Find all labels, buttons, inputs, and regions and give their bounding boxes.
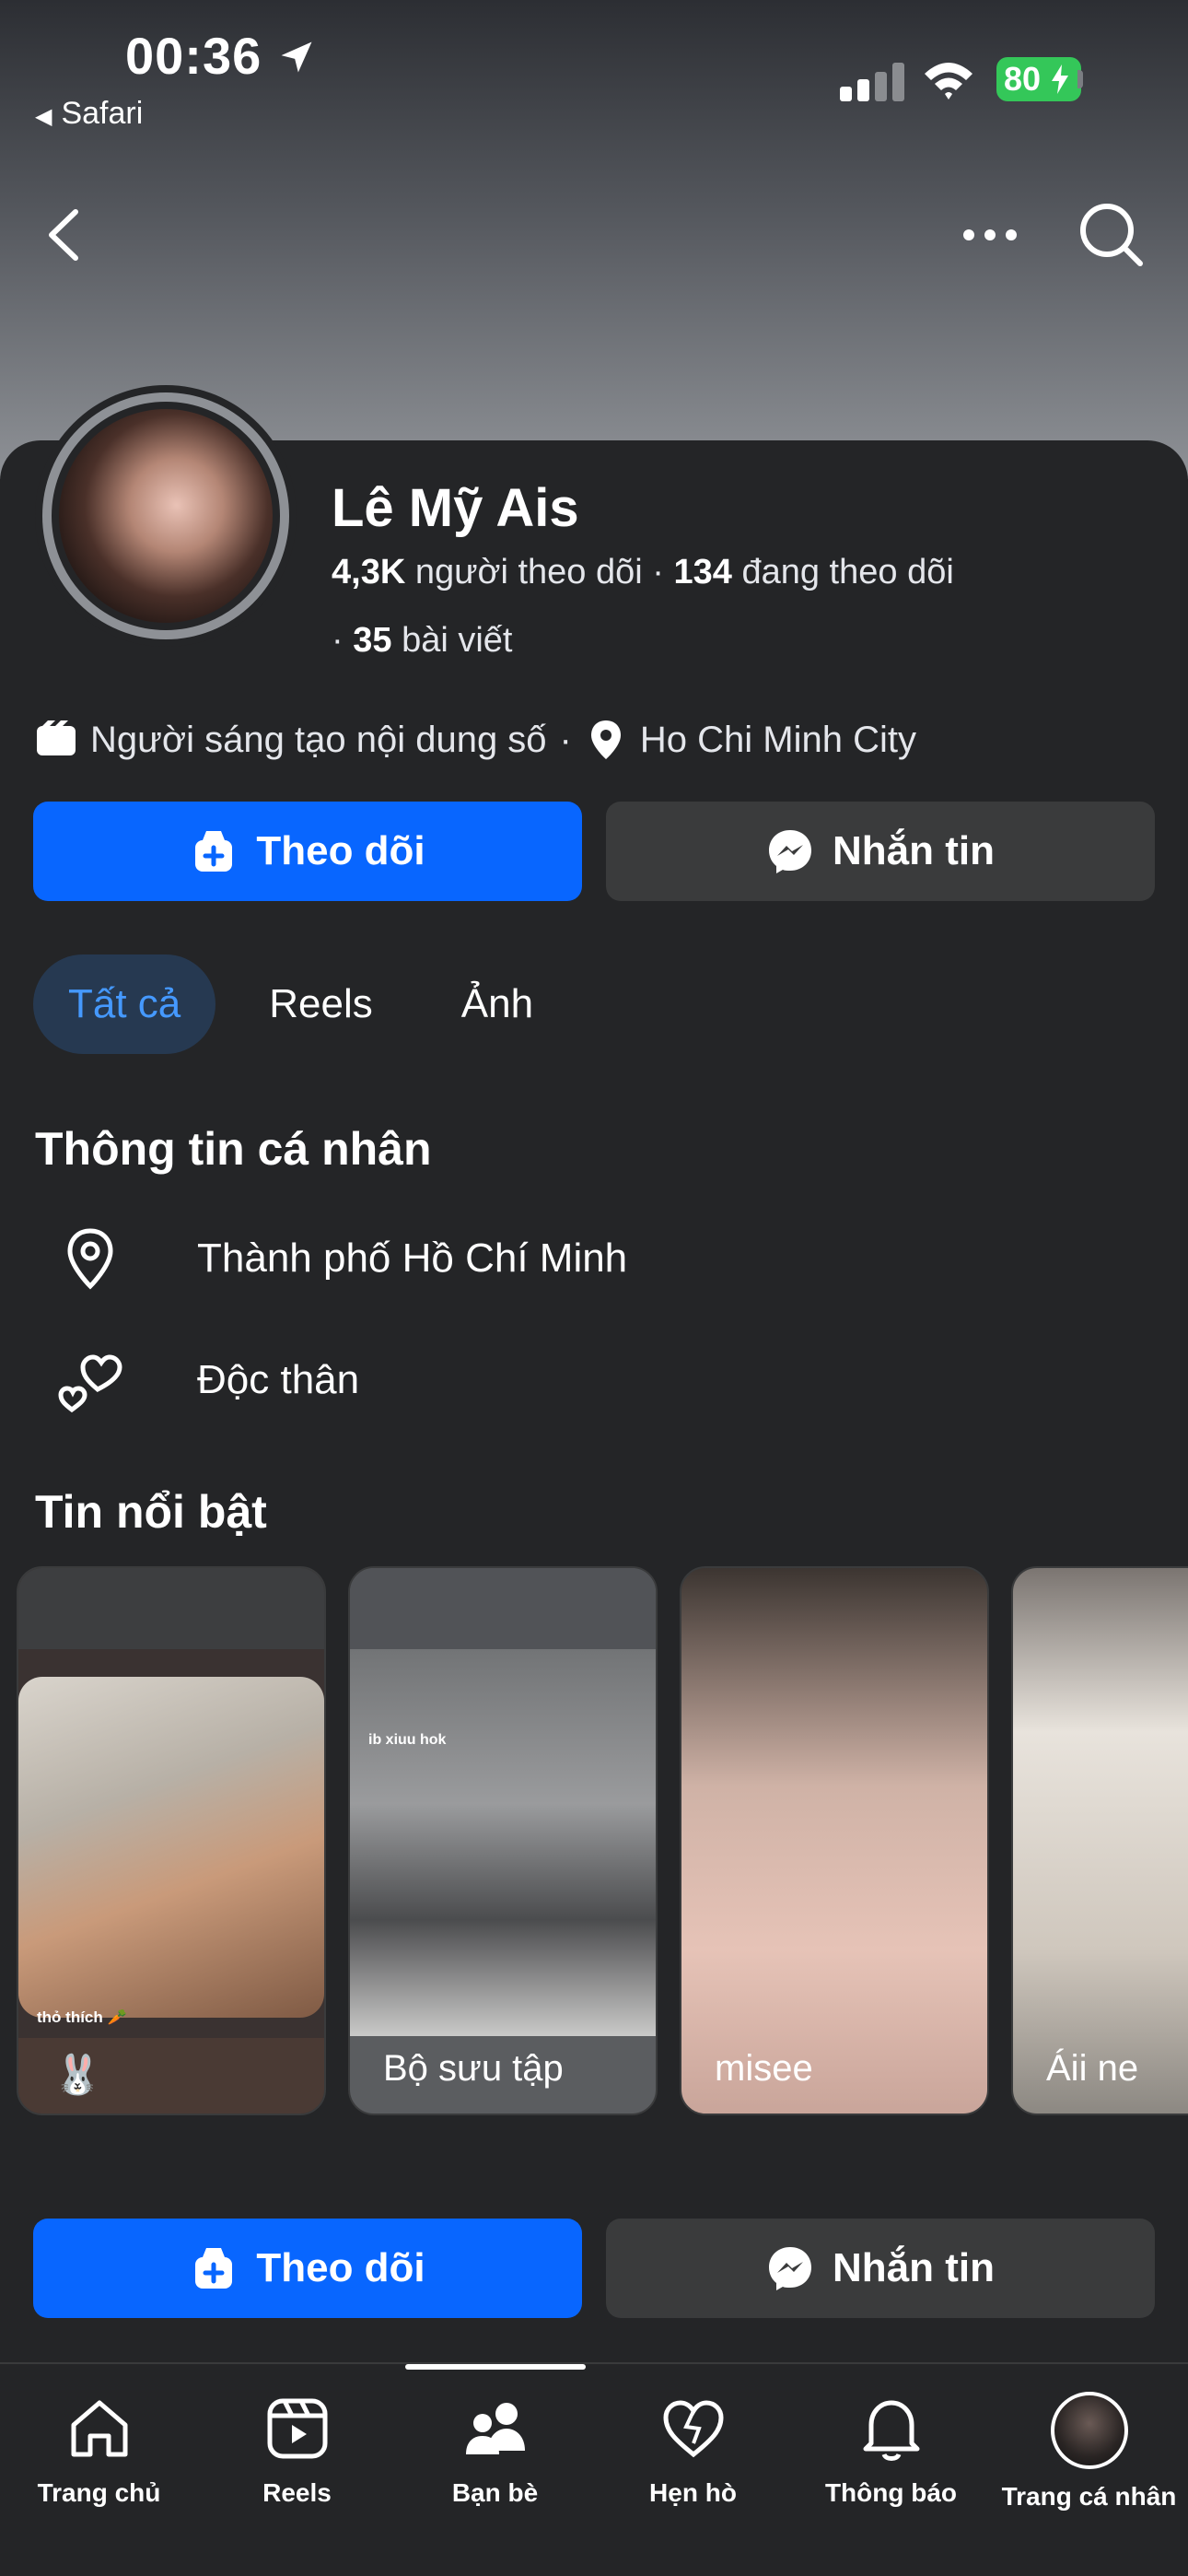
highlight-caption: misee <box>715 2048 813 2089</box>
back-to-app-link[interactable]: ◀ Safari <box>35 96 143 132</box>
location-pin-outline-icon <box>67 1228 113 1290</box>
follow-button-bottom[interactable]: Theo dõi <box>33 2219 582 2318</box>
info-relationship-label: Độc thân <box>197 1357 360 1402</box>
highlight-caption: Áii ne <box>1046 2048 1139 2089</box>
location-pin-icon <box>590 720 621 759</box>
nav-home-label: Trang chủ <box>37 2478 161 2507</box>
message-button-bottom[interactable]: Nhắn tin <box>606 2219 1155 2318</box>
back-app-label: Safari <box>61 96 144 131</box>
clapperboard-icon <box>37 720 76 755</box>
follow-button-label: Theo dõi <box>256 2245 425 2290</box>
tab-all[interactable]: Tất cả <box>33 954 216 1054</box>
dot-separator: · <box>652 553 674 591</box>
highlight-overlay-text: thỏ thích 🥕 <box>37 2008 127 2026</box>
profile-avatar[interactable] <box>35 385 297 647</box>
avatar-story-ring <box>42 392 289 639</box>
battery-level: 80 <box>1004 60 1042 98</box>
profile-meta: Người sáng tạo nội dung số · Ho Chi Minh… <box>35 719 916 761</box>
message-button-label: Nhắn tin <box>833 2245 995 2290</box>
nav-home[interactable]: Trang chủ <box>0 2392 198 2508</box>
highlight-caption: Bộ sưu tập <box>383 2048 564 2089</box>
dot-separator: · <box>332 621 354 660</box>
location-arrow-icon <box>281 41 312 73</box>
info-row-relationship: Độc thân <box>55 1345 359 1415</box>
search-icon[interactable] <box>1074 197 1147 271</box>
nav-dating[interactable]: Hẹn hò <box>594 2392 792 2508</box>
active-tab-indicator <box>405 2364 586 2370</box>
messenger-icon <box>769 2247 811 2290</box>
nav-friends[interactable]: Bạn bè <box>396 2392 594 2508</box>
info-row-city: Thành phố Hồ Chí Minh <box>55 1224 627 1294</box>
follow-add-icon <box>195 831 233 872</box>
nav-profile-label: Trang cá nhân <box>1001 2482 1177 2511</box>
avatar-photo <box>59 409 273 623</box>
nav-notifications[interactable]: Thông báo <box>792 2392 990 2508</box>
tab-reels[interactable]: Reels <box>234 954 408 1054</box>
battery-cap <box>1077 70 1083 88</box>
reels-icon <box>267 2398 327 2459</box>
follow-add-icon <box>195 2248 233 2289</box>
following-label[interactable]: đang theo dõi <box>741 553 953 591</box>
bell-icon <box>863 2400 919 2461</box>
nav-profile[interactable]: Trang cá nhân <box>990 2392 1188 2512</box>
highlight-overlay-text: ib xiuu hok <box>368 1732 447 1748</box>
status-bar: 00:36 ◀ Safari 80 <box>0 0 1188 138</box>
profile-tabs: Tất cả Reels Ảnh <box>33 954 587 1054</box>
dot-separator: · <box>559 719 572 760</box>
hearts-icon <box>58 1354 122 1413</box>
messenger-icon <box>769 830 811 873</box>
following-count[interactable]: 134 <box>673 553 731 591</box>
followers-label[interactable]: người theo dõi <box>415 553 643 591</box>
nav-dating-label: Hẹn hò <box>649 2478 737 2507</box>
highlight-top-band <box>18 1568 324 1649</box>
nav-notifications-label: Thông báo <box>824 2478 958 2507</box>
charging-bolt-icon <box>1052 64 1068 94</box>
personal-info-title: Thông tin cá nhân <box>35 1123 432 1175</box>
bottom-tab-bar: Trang chủ Reels Bạn bè Hẹn hò Thông báo <box>0 2362 1188 2576</box>
followers-count[interactable]: 4,3K <box>332 553 405 591</box>
profile-name: Lê Mỹ Ais <box>332 478 579 538</box>
nav-reels-label: Reels <box>262 2478 332 2507</box>
posts-count: 35 <box>353 621 392 660</box>
highlight-caption: 🐰 <box>53 2053 102 2096</box>
nav-friends-label: Bạn bè <box>451 2478 539 2507</box>
location-label[interactable]: Ho Chi Minh City <box>640 720 916 761</box>
posts-label: bài viết <box>402 621 513 660</box>
message-button[interactable]: Nhắn tin <box>606 802 1155 901</box>
wifi-icon <box>925 63 973 100</box>
category-label: Người sáng tạo nội dung số <box>90 719 547 760</box>
posts-stats: · 35 bài viết <box>332 621 512 661</box>
nav-reels[interactable]: Reels <box>198 2392 396 2508</box>
highlight-top-band <box>350 1568 656 1649</box>
info-city-label: Thành phố Hồ Chí Minh <box>197 1235 628 1281</box>
follow-stats: 4,3K người theo dõi · 134 đang theo dõi <box>332 553 954 592</box>
highlight-image <box>18 1677 324 2018</box>
follow-button-label: Theo dõi <box>256 828 425 873</box>
highlight-card[interactable]: thỏ thích 🥕 🐰 <box>17 1566 326 2115</box>
home-icon <box>71 2400 127 2457</box>
highlights-title: Tin nổi bật <box>35 1486 267 1538</box>
friends-icon <box>465 2403 525 2454</box>
status-time: 00:36 <box>125 27 262 85</box>
highlight-image <box>350 1649 656 2036</box>
back-triangle-icon: ◀ <box>35 104 52 129</box>
back-chevron-icon[interactable] <box>41 205 90 265</box>
message-button-label: Nhắn tin <box>833 828 995 873</box>
tab-photos[interactable]: Ảnh <box>426 954 568 1054</box>
highlight-card[interactable]: ib xiuu hok Bộ sưu tập <box>348 1566 658 2115</box>
follow-button[interactable]: Theo dõi <box>33 802 582 901</box>
highlight-card[interactable]: Áii ne <box>1011 1566 1188 2115</box>
profile-avatar-icon <box>1050 2392 1128 2469</box>
more-options-icon[interactable] <box>958 212 1022 258</box>
highlight-card[interactable]: misee <box>680 1566 989 2115</box>
dating-heart-icon <box>662 2400 724 2458</box>
cellular-signal-icon <box>840 61 904 101</box>
